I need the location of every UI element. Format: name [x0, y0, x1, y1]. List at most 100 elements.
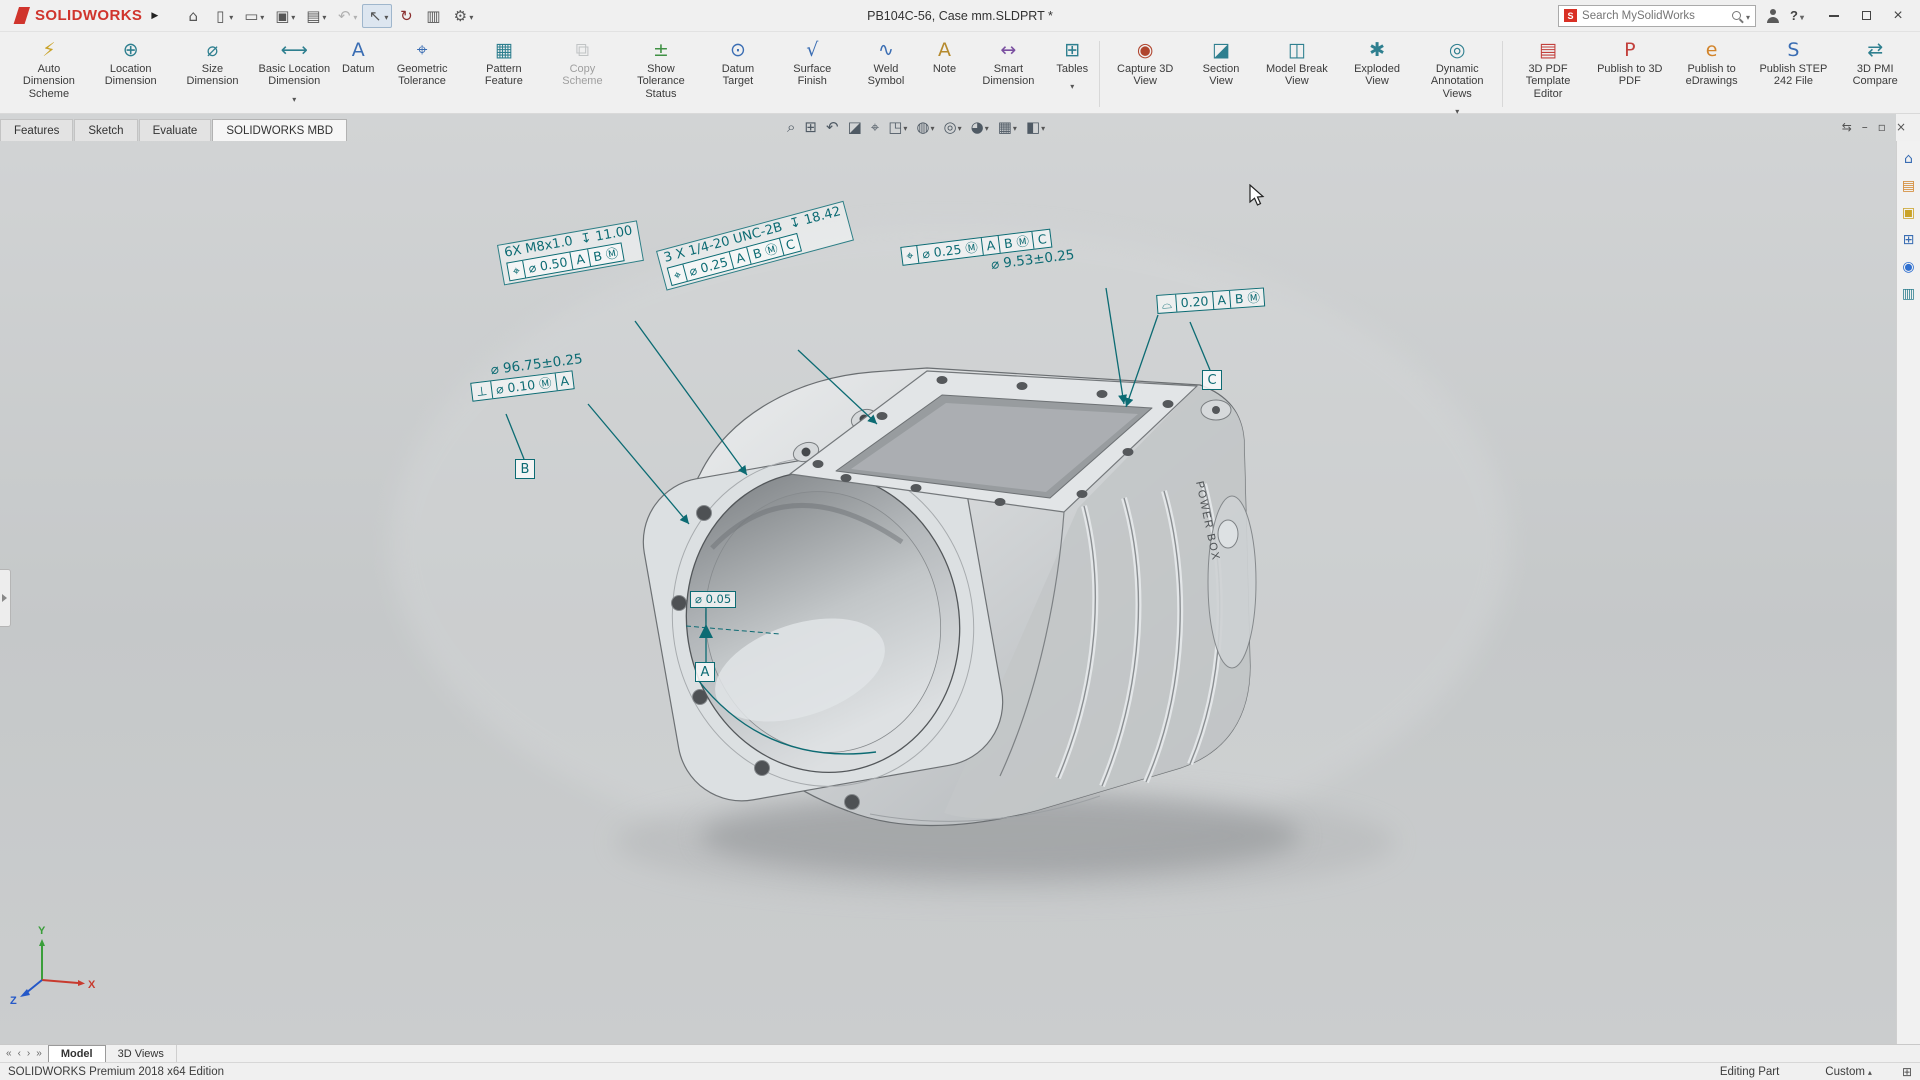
ribbon-button-publish-to-3d-pdf[interactable]: P Publish to 3D PDF: [1589, 35, 1671, 113]
select-icon[interactable]: ↖: [362, 4, 392, 28]
view-orientation-icon[interactable]: ◳: [885, 116, 910, 138]
dropdown-caret-icon[interactable]: [1013, 118, 1017, 136]
tab-scroll-button[interactable]: »: [35, 1048, 43, 1059]
search-input[interactable]: [1582, 10, 1727, 22]
featuremanager-flyout-handle[interactable]: [0, 569, 11, 627]
unit-system-selector[interactable]: Custom: [1825, 1066, 1872, 1078]
ribbon-button-dynamic-annotation-views[interactable]: ◎ Dynamic Annotation Views: [1416, 35, 1498, 113]
ribbon-button-surface-finish[interactable]: √ Surface Finish: [774, 35, 850, 113]
ribbon-button-icon: ↔: [1000, 37, 1016, 63]
view-settings-icon[interactable]: ◧: [1023, 116, 1048, 138]
tab-sketch[interactable]: Sketch: [74, 119, 137, 141]
tab-scroll-button[interactable]: ›: [26, 1048, 31, 1059]
tab-scroll-button[interactable]: «: [5, 1048, 13, 1059]
ribbon-button-section-view[interactable]: ◪ Section View: [1186, 35, 1256, 113]
rebuild-icon[interactable]: ↻: [393, 4, 419, 28]
ribbon-button-size-dimension[interactable]: ⌀ Size Dimension: [172, 35, 254, 113]
ribbon-button-show-tolerance-status[interactable]: ± Show Tolerance Status: [620, 35, 702, 113]
zoom-fit-icon[interactable]: ⌕: [784, 116, 798, 138]
doc-tab-3d-views[interactable]: 3D Views: [106, 1045, 177, 1062]
close-button[interactable]: ×: [1882, 3, 1914, 29]
ribbon-item[interactable]: [1099, 41, 1100, 107]
search-box[interactable]: S: [1558, 5, 1756, 27]
home-icon[interactable]: ⌂: [180, 4, 206, 28]
file-explorer-icon[interactable]: ▣: [1902, 205, 1915, 221]
dropdown-caret-icon[interactable]: [958, 118, 962, 136]
graphics-viewport[interactable]: POWER BOX Y X: [0, 114, 1896, 1044]
dropdown-caret-icon[interactable]: [931, 118, 935, 136]
dropdown-caret-icon[interactable]: [1041, 118, 1045, 136]
appearances-icon[interactable]: ◉: [1902, 259, 1914, 275]
tab-features[interactable]: Features: [0, 119, 73, 141]
ribbon-button-exploded-view[interactable]: ✱ Exploded View: [1338, 35, 1417, 113]
view-palette-icon[interactable]: ⊞: [1903, 232, 1915, 248]
mouse-cursor: [1248, 184, 1268, 208]
ribbon-button-copy-scheme[interactable]: ⧉ Copy Scheme: [545, 35, 620, 113]
file-properties-icon[interactable]: ▥: [420, 4, 446, 28]
user-account-icon[interactable]: [1766, 9, 1780, 23]
minimize-button[interactable]: [1818, 3, 1850, 29]
ribbon-button-weld-symbol[interactable]: ∿ Weld Symbol: [850, 35, 921, 113]
custom-properties-icon[interactable]: ▥: [1902, 286, 1915, 302]
datum-flag-a[interactable]: A: [695, 662, 715, 682]
design-library-icon[interactable]: ▤: [1902, 178, 1915, 194]
hide-show-items-icon[interactable]: ◎: [941, 116, 965, 138]
ribbon-button-basic-location-dimension[interactable]: ⟷ Basic Location Dimension: [253, 35, 335, 113]
close-document-icon[interactable]: ×: [1896, 119, 1906, 135]
restore-document-icon[interactable]: ▫: [1878, 119, 1886, 135]
help-menu[interactable]: ?: [1790, 8, 1804, 23]
ribbon-button-auto-dimension-scheme[interactable]: ⚡ Auto Dimension Scheme: [8, 35, 90, 113]
tab-scroll-button[interactable]: ‹: [17, 1048, 22, 1059]
ribbon-button-location-dimension[interactable]: ⊕ Location Dimension: [90, 35, 172, 113]
apply-scene-icon[interactable]: ▦: [995, 116, 1020, 138]
ribbon-button-3d-pmi-compare[interactable]: ⇄ 3D PMI Compare: [1834, 35, 1916, 113]
section-view-icon[interactable]: ◪: [845, 116, 865, 138]
dropdown-caret-icon[interactable]: [985, 118, 989, 136]
doc-tab-model[interactable]: Model: [48, 1045, 106, 1062]
display-style-icon[interactable]: ◍: [913, 116, 937, 138]
print-icon[interactable]: ▤: [300, 4, 330, 28]
datum-flag-c[interactable]: C: [1202, 370, 1222, 390]
cascade-windows-icon[interactable]: ⇆: [1842, 119, 1852, 135]
ribbon-button-datum-target[interactable]: ⊙ Datum Target: [702, 35, 774, 113]
solidworks-resources-icon[interactable]: ⌂: [1904, 151, 1913, 167]
edit-appearance-icon[interactable]: ◕: [968, 116, 992, 138]
tab-solidworks-mbd[interactable]: SOLIDWORKS MBD: [212, 119, 347, 141]
zoom-area-icon[interactable]: ⊞: [801, 116, 820, 138]
ribbon-button-datum[interactable]: A Datum: [335, 35, 381, 113]
menu-flyout-arrow-icon[interactable]: ▶: [151, 10, 158, 21]
ribbon-button-model-break-view[interactable]: ◫ Model Break View: [1256, 35, 1338, 113]
orientation-triad[interactable]: Y X Z: [10, 925, 96, 1007]
ribbon-item[interactable]: [1502, 41, 1503, 107]
ribbon-button-smart-dimension[interactable]: ↔ Smart Dimension: [967, 35, 1049, 113]
tab-evaluate[interactable]: Evaluate: [139, 119, 212, 141]
ribbon-button-3d-pdf-template-editor[interactable]: ▤ 3D PDF Template Editor: [1507, 35, 1589, 113]
dropdown-caret-icon[interactable]: [1455, 101, 1459, 119]
dropdown-caret-icon[interactable]: [903, 118, 907, 136]
undo-icon[interactable]: ↶: [331, 4, 361, 28]
open-icon[interactable]: ▭: [238, 4, 268, 28]
save-icon[interactable]: ▣: [269, 4, 299, 28]
search-icon[interactable]: [1732, 11, 1741, 20]
dropdown-caret-icon[interactable]: [292, 89, 296, 107]
ribbon-button-capture-3d-view[interactable]: ◉ Capture 3D View: [1104, 35, 1186, 113]
ribbon-button-icon: A: [352, 37, 365, 63]
annotation-views-icon[interactable]: ⌖: [868, 116, 882, 138]
minimize-document-icon[interactable]: –: [1862, 119, 1868, 135]
fcf-cell: B Ⓜ: [998, 232, 1034, 253]
restore-button[interactable]: [1850, 3, 1882, 29]
search-scope-caret-icon[interactable]: [1746, 7, 1750, 25]
new-document-icon[interactable]: ▯: [207, 4, 237, 28]
previous-view-icon[interactable]: ↶: [823, 116, 842, 138]
ribbon-button-publish-step-242-file[interactable]: S Publish STEP 242 File: [1753, 35, 1835, 113]
ribbon-button-publish-to-edrawings[interactable]: e Publish to eDrawings: [1671, 35, 1753, 113]
ribbon-button-pattern-feature[interactable]: ▦ Pattern Feature: [463, 35, 545, 113]
options-icon[interactable]: ⚙: [447, 4, 477, 28]
ribbon-button-geometric-tolerance[interactable]: ⌖ Geometric Tolerance: [381, 35, 463, 113]
datum-flag-b[interactable]: B: [515, 459, 535, 479]
dropdown-caret-icon[interactable]: [1070, 76, 1074, 94]
ribbon-button-note[interactable]: A Note: [921, 35, 967, 113]
status-grid-icon[interactable]: ⊞: [1902, 1065, 1912, 1079]
bore-runout-callout[interactable]: ⌀ 0.05: [690, 591, 736, 608]
ribbon-button-tables[interactable]: ⊞ Tables: [1049, 35, 1095, 113]
